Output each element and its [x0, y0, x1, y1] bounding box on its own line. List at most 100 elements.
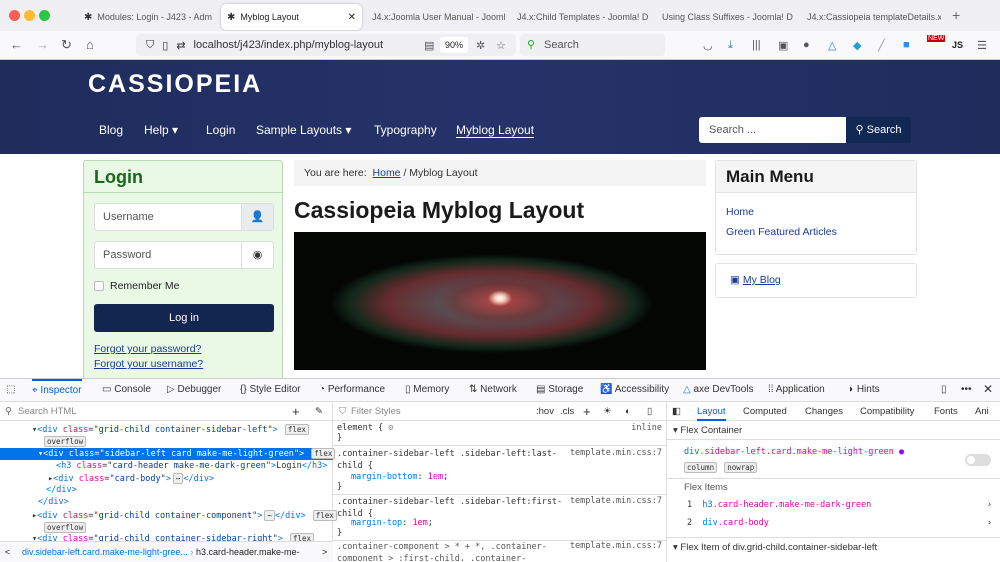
breadcrumb-node[interactable]: h3.card-header.make-me- — [196, 547, 300, 557]
overflow-badge[interactable]: overflow — [44, 436, 87, 447]
devtools-tab-performance[interactable]: ◔ Performance — [319, 384, 385, 395]
tab-animations[interactable]: Ani — [975, 402, 989, 421]
rule-source[interactable]: inline — [631, 423, 662, 433]
rule-selector[interactable]: .container-component > * + *, .container… — [337, 541, 567, 561]
browser-tab[interactable]: ✱Modules: Login - J423 - Adm✕ — [78, 4, 218, 30]
extension-icon[interactable]: ● — [803, 39, 810, 51]
extension-icon[interactable]: ◆ — [853, 39, 861, 52]
home-icon[interactable]: ⌂ — [86, 37, 94, 52]
add-node-icon[interactable]: + — [292, 402, 300, 421]
light-mode-icon[interactable]: ☀ — [603, 402, 612, 421]
flex-item-of-section[interactable]: ▾ Flex Item of div.grid-child.container-… — [673, 542, 877, 553]
close-window-button[interactable] — [9, 10, 20, 21]
browser-tab[interactable]: J4.x:Joomla User Manual - Jooml✕ — [366, 4, 506, 30]
zoom-meeting-icon[interactable]: ■ — [903, 39, 910, 51]
css-declaration[interactable]: margin-bottom: 1em; — [351, 472, 448, 482]
breadcrumb-node[interactable]: div.sidebar-left.card.make-me-light-gree… — [22, 547, 188, 557]
extension-bug-icon[interactable]: ✲ — [476, 39, 485, 52]
minimize-window-button[interactable] — [24, 10, 35, 21]
library-icon[interactable]: ||| — [752, 39, 761, 51]
browser-tab-active[interactable]: ✱ Myblog Layout ✕ — [221, 4, 362, 30]
forward-icon[interactable]: → — [36, 37, 49, 52]
forgot-username-link[interactable]: Forgot your username? — [94, 358, 203, 370]
html-node-selected[interactable]: ▾<div class="sidebar-left card make-me-l… — [0, 448, 336, 460]
flex-container-node[interactable]: div.sidebar-left.card.make-me-light-gree… — [684, 447, 904, 457]
menu-item-typography[interactable]: Typography — [374, 123, 437, 137]
rule-source[interactable]: template.min.css:7 — [570, 448, 662, 458]
forgot-password-link[interactable]: Forgot your password? — [94, 343, 201, 355]
browser-tab[interactable]: J4.x:Cassiopeia templateDetails.x✕ — [801, 4, 941, 30]
hover-state-toggle[interactable]: :hov — [536, 402, 554, 421]
devtools-tab-axe[interactable]: △ axe DevTools — [683, 384, 754, 395]
element-picker-icon[interactable]: ⬚ — [6, 384, 15, 395]
tab-compatibility[interactable]: Compatibility — [860, 402, 914, 421]
show-password-eye-icon[interactable]: ◉ — [241, 242, 273, 268]
back-icon[interactable]: ← — [10, 37, 23, 52]
hamburger-menu-icon[interactable]: ☰ — [977, 39, 987, 52]
username-field[interactable]: Username 👤 — [94, 203, 274, 231]
rule-selector[interactable]: element { ⚙ — [337, 423, 393, 433]
menu-item-blog[interactable]: Blog — [99, 123, 123, 137]
flex-badge[interactable]: flex — [311, 448, 336, 459]
rule-source[interactable]: template.min.css:7 — [570, 496, 662, 506]
my-blog-feed-link[interactable]: My Blog — [743, 274, 781, 286]
main-menu-item-green-featured[interactable]: Green Featured Articles — [726, 226, 837, 238]
class-toggle[interactable]: .cls — [560, 402, 574, 421]
password-field[interactable]: Password ◉ — [94, 241, 274, 269]
devtools-tab-accessibility[interactable]: ♿ Accessibility — [600, 384, 669, 395]
dark-mode-icon[interactable]: ◐ — [625, 402, 631, 421]
print-media-icon[interactable]: ▯ — [647, 402, 652, 421]
menu-item-myblog-layout[interactable]: Myblog Layout — [456, 123, 535, 138]
flexbox-highlight-toggle[interactable] — [965, 454, 991, 466]
site-search-button[interactable]: ⚲ Search — [846, 117, 911, 143]
maximize-window-button[interactable] — [39, 10, 50, 21]
devtools-tab-hints[interactable]: ◗ Hints — [848, 384, 880, 395]
browser-tab[interactable]: Using Class Suffixes - Joomla! D✕ — [656, 4, 796, 30]
devtools-tab-storage[interactable]: ▤ Storage — [536, 384, 583, 395]
search-html-input[interactable]: ⚲ Search HTML + ✎ — [0, 402, 332, 421]
close-tab-icon[interactable]: ✕ — [348, 12, 356, 23]
devtools-tab-debugger[interactable]: ▷ Debugger — [167, 384, 221, 395]
downloads-icon[interactable]: ⤓ — [728, 39, 733, 52]
devtools-tab-application[interactable]: ⁞⁞ Application — [768, 384, 825, 395]
axe-icon[interactable]: △ — [828, 39, 836, 52]
new-tab-button[interactable]: + — [952, 7, 960, 23]
rule-source[interactable]: template.min.css:7 — [570, 541, 662, 551]
remember-me[interactable]: Remember Me — [94, 280, 179, 292]
rule-selector[interactable]: .container-sidebar-left .sidebar-left:la… — [337, 448, 567, 472]
close-devtools-icon[interactable]: ✕ — [983, 382, 993, 396]
remember-me-checkbox[interactable] — [94, 281, 104, 291]
reader-view-icon[interactable]: ▤ — [424, 39, 434, 52]
site-search-input[interactable]: Search ... — [699, 117, 846, 143]
html-node[interactable]: ▾<div class="grid-child container-sideba… — [32, 424, 309, 435]
filter-styles-input[interactable]: ⛉ Filter Styles :hov .cls + ☀ ◐ ▯ — [333, 402, 666, 421]
login-button[interactable]: Log in — [94, 304, 274, 332]
overflow-badge[interactable]: overflow — [44, 522, 87, 533]
reload-icon[interactable]: ↻ — [61, 37, 72, 53]
more-options-icon[interactable]: ••• — [961, 384, 972, 395]
menu-item-help[interactable]: Help ▾ — [144, 123, 178, 137]
site-logo[interactable]: CASSIOPEIA — [88, 70, 262, 99]
devtools-tab-memory[interactable]: ▯ Memory — [405, 384, 449, 395]
tab-fonts[interactable]: Fonts — [934, 402, 958, 421]
menu-item-sample-layouts[interactable]: Sample Layouts ▾ — [256, 123, 351, 137]
pocket-icon[interactable]: ◡ — [703, 39, 713, 52]
flex-item[interactable]: 2 div.card-body › — [687, 518, 992, 528]
flex-container-section[interactable]: ▾ Flex Container — [673, 425, 742, 436]
breadcrumb-scroll-left-icon[interactable]: < — [5, 542, 10, 562]
extension-icon[interactable]: ▣ — [778, 39, 788, 52]
new-badge-icon[interactable]: NEW — [927, 35, 946, 42]
devtools-tab-network[interactable]: ⇅ Network — [469, 384, 517, 395]
browser-tab[interactable]: J4.x:Child Templates - Joomla! D✕ — [511, 4, 651, 30]
menu-item-login[interactable]: Login — [206, 123, 235, 137]
html-node[interactable]: ▸<div class="card-body"> ⋯ </div> — [48, 473, 214, 484]
html-node[interactable]: ▸<div class="grid-child container-compon… — [32, 510, 337, 521]
devtools-tab-console[interactable]: ▭ Console — [102, 384, 151, 395]
bookmark-star-icon[interactable]: ☆ — [496, 39, 506, 52]
tab-layout[interactable]: Layout — [697, 402, 726, 421]
pen-icon[interactable]: ╱ — [878, 39, 885, 52]
tab-computed[interactable]: Computed — [743, 402, 787, 421]
devtools-tab-inspector[interactable]: ⌖ Inspector — [32, 379, 82, 403]
css-declaration[interactable]: margin-top: 1em; — [351, 518, 433, 528]
eyedropper-icon[interactable]: ✎ — [315, 402, 323, 421]
